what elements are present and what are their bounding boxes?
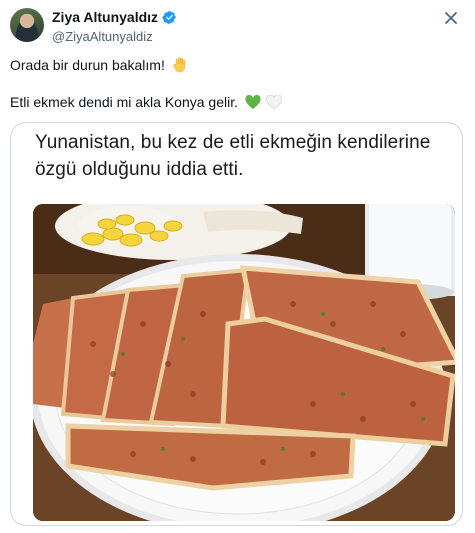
tweet-line-2-text: Etli ekmek dendi mi akla Konya gelir. (10, 94, 238, 110)
white-heart-icon (265, 94, 282, 115)
raised-hand-icon (172, 56, 188, 78)
tweet-line-1-text: Orada bir durun bakalım! (10, 57, 165, 73)
green-heart-icon (245, 94, 261, 115)
tweet-post: Ziya Altunyaldız @ZiyaAltunyaldiz Orada … (0, 0, 475, 533)
close-icon (445, 12, 457, 24)
tweet-line-1: Orada bir durun bakalım! (10, 56, 188, 78)
close-button[interactable] (441, 8, 461, 28)
tweet-line-2: Etli ekmek dendi mi akla Konya gelir. (10, 93, 282, 115)
author-block: Ziya Altunyaldız @ZiyaAltunyaldiz (52, 9, 177, 45)
link-card[interactable]: Yunanistan, bu kez de etli ekmeğin kendi… (10, 122, 463, 526)
card-image[interactable] (33, 204, 455, 521)
avatar[interactable] (10, 8, 44, 42)
display-name[interactable]: Ziya Altunyaldız (52, 9, 158, 26)
author-name-row: Ziya Altunyaldız (52, 9, 177, 26)
card-headline-line-1: Yunanistan, bu kez de etli ekmeğin kendi… (35, 132, 431, 153)
verified-badge-icon (162, 10, 177, 25)
user-handle[interactable]: @ZiyaAltunyaldiz (52, 28, 177, 45)
card-headline: Yunanistan, bu kez de etli ekmeğin kendi… (35, 129, 445, 183)
card-headline-line-2: özgü olduğunu iddia etti. (35, 159, 244, 180)
